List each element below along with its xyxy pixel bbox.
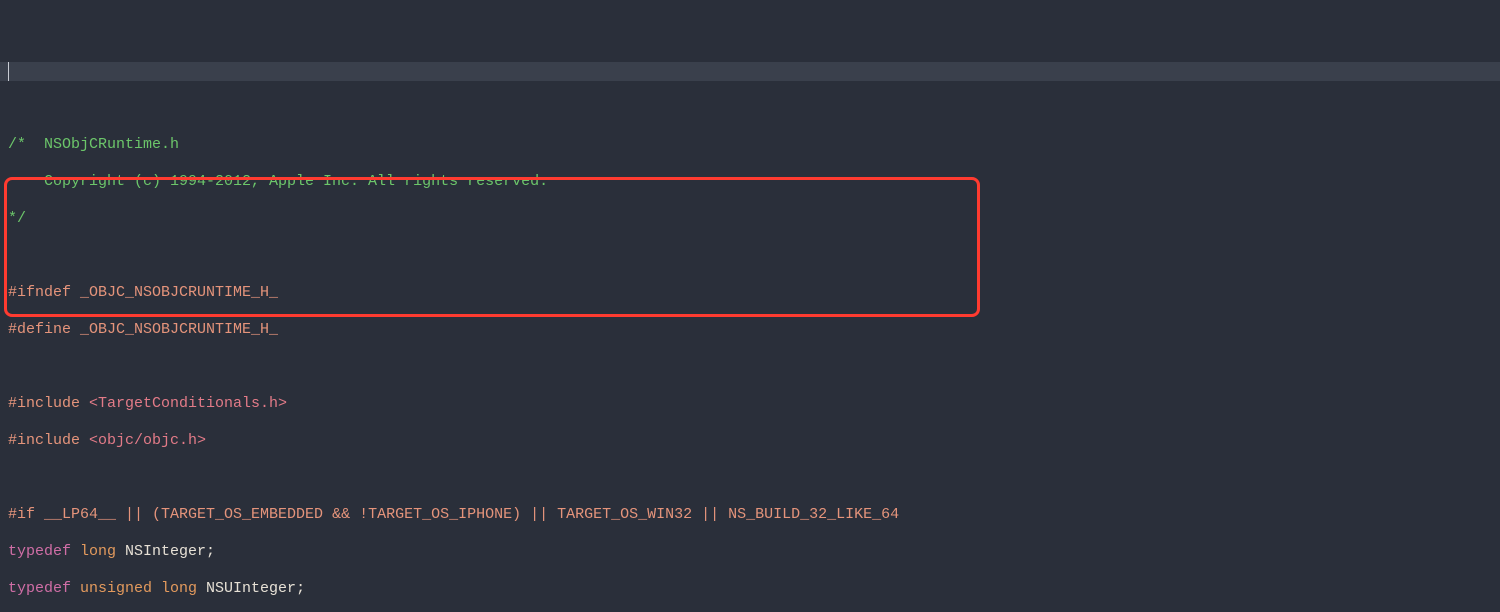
code-line — [8, 358, 1492, 377]
code-line: #include <objc/objc.h> — [8, 432, 1492, 451]
type-long: long — [152, 580, 197, 597]
code-line: #include <TargetConditionals.h> — [8, 395, 1492, 414]
type-unsigned: unsigned — [71, 580, 152, 597]
code-line: #define _OBJC_NSOBJCRUNTIME_H_ — [8, 321, 1492, 340]
code-content: /* NSObjCRuntime.h Copyright (c) 1994-20… — [8, 117, 1492, 612]
typedef-name: NSInteger; — [116, 543, 215, 560]
code-line: typedef long NSInteger; — [8, 543, 1492, 562]
include-path: <TargetConditionals.h> — [80, 395, 287, 412]
type-long: long — [71, 543, 116, 560]
kw-typedef: typedef — [8, 580, 71, 597]
include-path: <objc/objc.h> — [80, 432, 206, 449]
code-line: /* NSObjCRuntime.h — [8, 136, 1492, 155]
code-line — [8, 247, 1492, 266]
pp-if: #if — [8, 506, 35, 523]
macro-name: _OBJC_NSOBJCRUNTIME_H_ — [71, 284, 278, 301]
code-line: */ — [8, 210, 1492, 229]
comment-text: /* NSObjCRuntime.h — [8, 136, 179, 153]
comment-text: Copyright (c) 1994-2012, Apple Inc. All … — [8, 173, 548, 190]
typedef-name: NSUInteger; — [197, 580, 305, 597]
code-editor[interactable]: /* NSObjCRuntime.h Copyright (c) 1994-20… — [0, 0, 1500, 612]
macro-name: _OBJC_NSOBJCRUNTIME_H_ — [71, 321, 278, 338]
text-cursor — [8, 62, 9, 81]
pp-include: #include — [8, 432, 80, 449]
code-line: typedef unsigned long NSUInteger; — [8, 580, 1492, 599]
code-line — [8, 469, 1492, 488]
pp-condition: __LP64__ || (TARGET_OS_EMBEDDED && !TARG… — [35, 506, 899, 523]
comment-text: */ — [8, 210, 26, 227]
current-line-highlight — [0, 62, 1500, 81]
kw-typedef: typedef — [8, 543, 71, 560]
code-line: Copyright (c) 1994-2012, Apple Inc. All … — [8, 173, 1492, 192]
code-line: #ifndef _OBJC_NSOBJCRUNTIME_H_ — [8, 284, 1492, 303]
pp-ifndef: #ifndef — [8, 284, 71, 301]
code-line: #if __LP64__ || (TARGET_OS_EMBEDDED && !… — [8, 506, 1492, 525]
pp-define: #define — [8, 321, 71, 338]
pp-include: #include — [8, 395, 80, 412]
